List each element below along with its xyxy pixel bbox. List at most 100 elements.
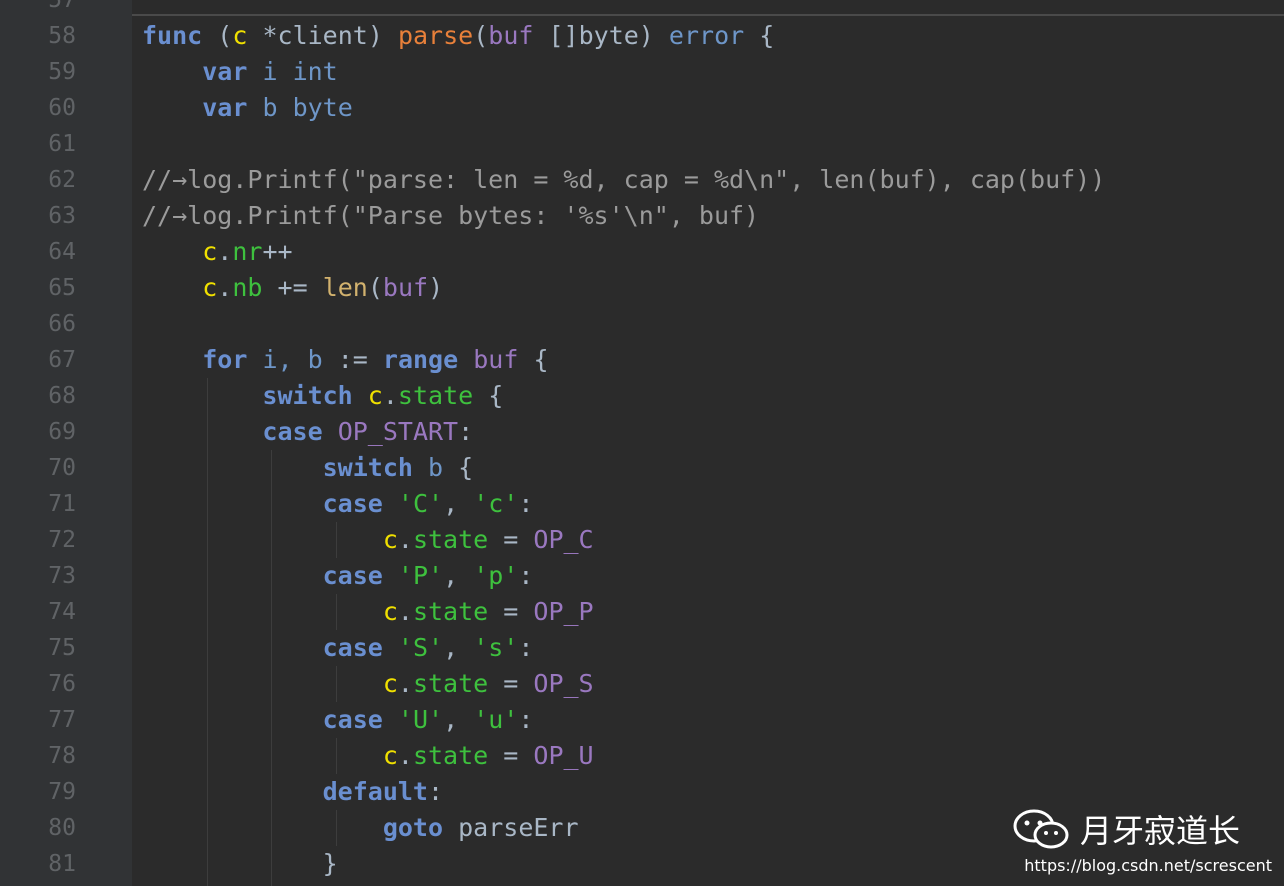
code-line-71[interactable]: case 'C', 'c':: [142, 486, 534, 522]
operator: =: [503, 597, 519, 626]
punct: ): [428, 273, 444, 302]
brace: {: [533, 345, 549, 374]
receiver: c: [382, 669, 398, 698]
punct: ,: [443, 489, 459, 518]
line-number: 75: [48, 635, 76, 661]
punct: ,: [443, 705, 459, 734]
keyword: var: [202, 93, 248, 122]
punct: :: [518, 489, 534, 518]
char-literal: 'u': [473, 705, 519, 734]
variable: i: [262, 57, 278, 86]
punct: :: [518, 633, 534, 662]
punct: .: [397, 741, 413, 770]
punct: (: [367, 273, 383, 302]
punct: .: [217, 237, 233, 266]
label: parseErr: [458, 813, 579, 842]
field: state: [412, 741, 489, 770]
constant: OP_START: [337, 417, 459, 446]
code-line-80[interactable]: goto parseErr: [142, 810, 579, 846]
keyword: switch: [262, 381, 353, 410]
punct: .: [382, 381, 398, 410]
line-number: 70: [48, 455, 76, 481]
param: buf: [382, 273, 429, 302]
function-name: parse: [397, 21, 474, 50]
fold-divider: [132, 14, 1284, 16]
param: buf: [473, 345, 519, 374]
keyword: switch: [322, 453, 413, 482]
punct: :: [458, 417, 474, 446]
field: state: [412, 669, 489, 698]
code-line-68[interactable]: switch c.state {: [142, 378, 503, 414]
keyword: for: [202, 345, 248, 374]
punct: .: [397, 669, 413, 698]
code-line-59[interactable]: var i int: [142, 54, 338, 90]
code-line-73[interactable]: case 'P', 'p':: [142, 558, 534, 594]
keyword: case: [322, 561, 383, 590]
line-number: 80: [48, 815, 76, 841]
code-line-72[interactable]: c.state = OP_C: [142, 522, 594, 558]
receiver: c: [232, 21, 248, 50]
code-line-62[interactable]: //→log.Printf("parse: len = %d, cap = %d…: [142, 162, 1105, 198]
code-line-64[interactable]: c.nr++: [142, 234, 292, 270]
line-number: 62: [48, 167, 76, 193]
operator: =: [503, 669, 519, 698]
line-number: 66: [48, 311, 76, 337]
wechat-icon: [1013, 809, 1069, 849]
code-line-60[interactable]: var b byte: [142, 90, 353, 126]
keyword: goto: [382, 813, 444, 842]
code-line-78[interactable]: c.state = OP_U: [142, 738, 594, 774]
punct: .: [397, 525, 413, 554]
code-line-70[interactable]: switch b {: [142, 450, 474, 486]
receiver: c: [202, 237, 218, 266]
operator: =: [503, 525, 519, 554]
field: state: [412, 525, 489, 554]
line-number: 73: [48, 563, 76, 589]
code-line-76[interactable]: c.state = OP_S: [142, 666, 594, 702]
char-literal: 'C': [397, 489, 444, 518]
keyword: case: [322, 489, 383, 518]
variable: b: [262, 93, 278, 122]
char-literal: 'P': [397, 561, 444, 590]
code-line-69[interactable]: case OP_START:: [142, 414, 473, 450]
punct: .: [217, 273, 233, 302]
punct: ,: [443, 561, 459, 590]
line-number: 67: [48, 347, 76, 373]
keyword: case: [322, 705, 383, 734]
keyword: case: [322, 633, 383, 662]
char-literal: 'U': [397, 705, 444, 734]
code-line-74[interactable]: c.state = OP_P: [142, 594, 594, 630]
keyword: var: [202, 57, 248, 86]
line-number: 76: [48, 671, 76, 697]
builtin-call: len: [322, 273, 368, 302]
line-number: 64: [48, 239, 76, 265]
line-number: 59: [48, 59, 76, 85]
receiver-type: *client): [262, 21, 383, 50]
punct: .: [397, 597, 413, 626]
type: byte: [292, 93, 353, 122]
line-number: 57: [48, 0, 76, 13]
code-line-81[interactable]: }: [142, 846, 338, 882]
field: nr: [232, 237, 263, 266]
line-number: 77: [48, 707, 76, 733]
watermark: 月牙寂道长: [1012, 806, 1240, 852]
receiver: c: [382, 525, 398, 554]
code-line-77[interactable]: case 'U', 'u':: [142, 702, 534, 738]
brace: {: [759, 21, 775, 50]
operator: +=: [277, 273, 308, 302]
keyword: range: [382, 345, 459, 374]
receiver: c: [382, 741, 398, 770]
code-line-67[interactable]: for i, b := range buf {: [142, 342, 549, 378]
operator: :=: [337, 345, 368, 374]
code-line-63[interactable]: //→log.Printf("Parse bytes: '%s'\n", buf…: [142, 198, 759, 234]
line-number: 58: [48, 23, 76, 49]
keyword: case: [262, 417, 323, 446]
watermark-url: https://blog.csdn.net/screscent: [1024, 856, 1272, 875]
line-number: 78: [48, 743, 76, 769]
line-number: 74: [48, 599, 76, 625]
code-line-79[interactable]: default:: [142, 774, 443, 810]
param: buf: [488, 21, 534, 50]
code-line-75[interactable]: case 'S', 's':: [142, 630, 534, 666]
code-line-58[interactable]: func (c *client) parse(buf []byte) error…: [142, 18, 774, 54]
line-number: 68: [48, 383, 76, 409]
code-line-65[interactable]: c.nb += len(buf): [142, 270, 443, 306]
